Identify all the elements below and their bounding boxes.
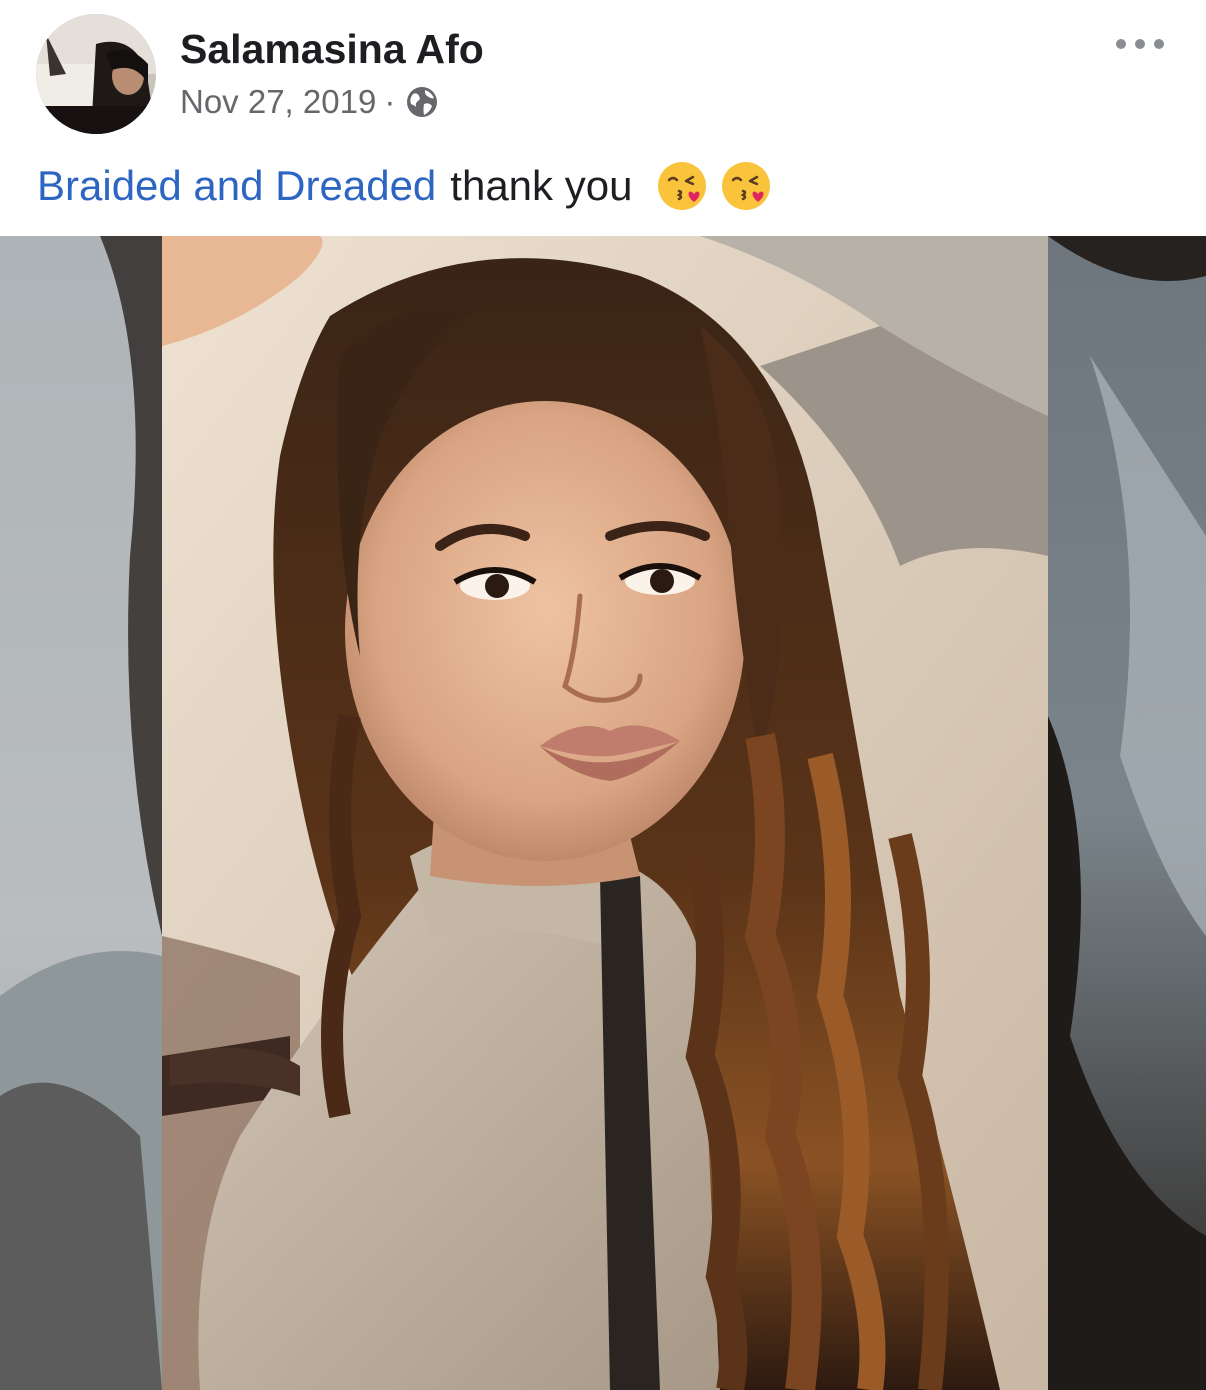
mention-link[interactable]: Braided and Dreaded — [37, 162, 436, 210]
meta-separator: · — [384, 83, 396, 120]
kiss-emoji-icon — [654, 158, 710, 214]
caption-text: thank you — [450, 162, 633, 209]
avatar-image — [36, 14, 156, 134]
selfie-image — [0, 236, 1206, 1390]
post-card: Salamasina Afo Nov 27, 2019 · Braided an… — [0, 0, 1206, 1390]
post-timestamp[interactable]: Nov 27, 2019 — [180, 83, 376, 121]
author-avatar[interactable] — [36, 14, 156, 134]
kiss-emoji-icon — [718, 158, 774, 214]
post-photo[interactable] — [0, 236, 1206, 1390]
post-caption: Braided and Dreaded thank you — [37, 158, 774, 214]
author-name[interactable]: Salamasina Afo — [180, 26, 484, 73]
globe-icon[interactable] — [405, 85, 439, 119]
post-meta: Nov 27, 2019 · — [180, 82, 439, 122]
more-options-button[interactable] — [1108, 22, 1172, 66]
more-options-icon — [1116, 39, 1164, 49]
